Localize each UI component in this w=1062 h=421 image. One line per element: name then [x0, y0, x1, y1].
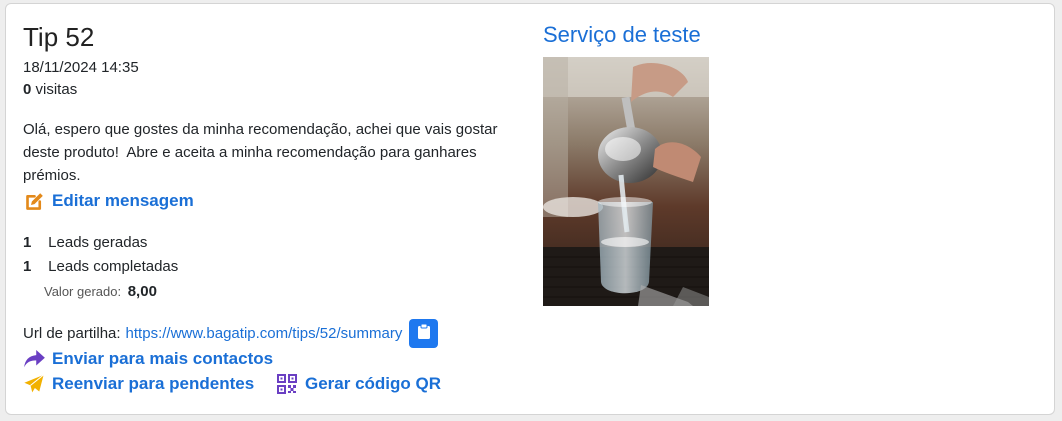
copy-url-button[interactable]	[409, 319, 439, 348]
send-more-label: Enviar para mais contactos	[52, 349, 274, 368]
stat-label: Leads geradas	[48, 234, 148, 251]
resend-pending-button[interactable]: Reenviar para pendentes	[23, 373, 254, 395]
share-arrow-icon	[23, 348, 45, 370]
stat-leads-generated: 1 Leads geradas	[23, 233, 147, 253]
tip-datetime: 18/11/2024 14:35	[23, 59, 139, 76]
share-url-link[interactable]: https://www.bagatip.com/tips/52/summary	[126, 325, 403, 342]
generate-qr-button[interactable]: Gerar código QR	[276, 373, 441, 395]
tip-card: Tip 52 18/11/2024 14:35 0 visitas Olá, e…	[5, 3, 1055, 415]
edit-message-label: Editar mensagem	[52, 191, 194, 210]
qrcode-icon	[276, 373, 298, 395]
stat-leads-completed: 1 Leads completadas	[23, 257, 178, 277]
send-more-contacts-button[interactable]: Enviar para mais contactos	[23, 348, 273, 370]
tip-title: Tip 52	[23, 22, 95, 52]
share-url-label: Url de partilha:	[23, 325, 121, 342]
generated-value: Valor gerado: 8,00	[44, 282, 157, 302]
visits-info: 0 visitas	[23, 80, 77, 100]
share-url-row: Url de partilha: https://www.bagatip.com…	[23, 319, 439, 348]
stat-count: 1	[23, 234, 32, 251]
service-photo	[543, 57, 709, 306]
service-name-link[interactable]: Serviço de teste	[543, 22, 701, 48]
stat-label: Leads completadas	[48, 258, 179, 275]
edit-icon	[23, 190, 45, 212]
visits-label: visitas	[35, 81, 78, 98]
generate-qr-label: Gerar código QR	[305, 374, 442, 393]
clipboard-icon	[417, 323, 430, 343]
tip-message: Olá, espero que gostes da minha recomend…	[23, 121, 502, 184]
paper-plane-icon	[23, 373, 45, 395]
resend-pending-label: Reenviar para pendentes	[52, 374, 255, 393]
generated-value-label: Valor gerado:	[44, 284, 122, 299]
edit-message-button[interactable]: Editar mensagem	[23, 190, 194, 212]
visits-count: 0	[23, 81, 32, 98]
stat-count: 1	[23, 258, 32, 275]
generated-value-amount: 8,00	[127, 283, 157, 300]
